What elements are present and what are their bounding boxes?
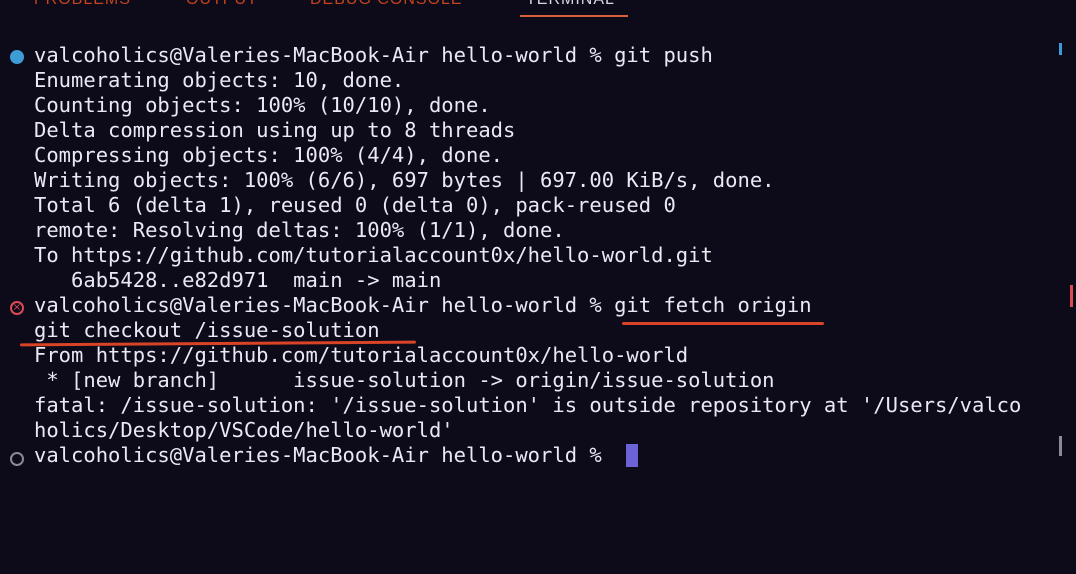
scrollbar-marker-error	[1070, 285, 1073, 307]
active-tab-indicator	[520, 15, 628, 17]
tab-debug-console[interactable]: DEBUG CONSOLE	[310, 0, 463, 15]
terminal-prompt-line: valcoholics@Valeries-MacBook-Air hello-w…	[34, 443, 615, 467]
command-success-icon[interactable]	[10, 50, 24, 64]
terminal-line: remote: Resolving deltas: 100% (1/1), do…	[34, 218, 565, 242]
terminal-line: Delta compression using up to 8 threads	[34, 118, 516, 142]
terminal-line: Counting objects: 100% (10/10), done.	[34, 93, 491, 117]
command-pending-icon[interactable]	[10, 452, 24, 466]
panel-tab-bar: PROBLEMS OUTPUT DEBUG CONSOLE TERMINAL	[0, 0, 1076, 18]
terminal-line: Writing objects: 100% (6/6), 697 bytes |…	[34, 168, 775, 192]
tab-output[interactable]: OUTPUT	[186, 0, 258, 15]
terminal-line: From https://github.com/tutorialaccount0…	[34, 343, 689, 367]
terminal-cursor	[626, 444, 638, 467]
terminal-line: 6ab5428..e82d971 main -> main	[34, 268, 442, 292]
scrollbar-marker-info	[1059, 43, 1062, 55]
tab-problems[interactable]: PROBLEMS	[34, 0, 131, 15]
terminal-line: Total 6 (delta 1), reused 0 (delta 0), p…	[34, 193, 676, 217]
terminal-line: valcoholics@Valeries-MacBook-Air hello-w…	[34, 43, 713, 67]
terminal-line: git checkout /issue-solution	[34, 318, 380, 342]
terminal-line: fatal: /issue-solution: '/issue-solution…	[34, 393, 1022, 417]
terminal-line: holics/Desktop/VSCode/hello-world'	[34, 418, 454, 442]
terminal-line: * [new branch] issue-solution -> origin/…	[34, 368, 775, 392]
annotation-underline	[622, 322, 824, 325]
terminal-line: Enumerating objects: 10, done.	[34, 68, 405, 92]
tab-terminal[interactable]: TERMINAL	[526, 0, 615, 15]
command-error-icon[interactable]: ×	[10, 301, 24, 315]
terminal-line: valcoholics@Valeries-MacBook-Air hello-w…	[34, 293, 812, 317]
scrollbar-marker	[1059, 436, 1062, 456]
terminal-line: Compressing objects: 100% (4/4), done.	[34, 143, 503, 167]
terminal-line: To https://github.com/tutorialaccount0x/…	[34, 243, 713, 267]
